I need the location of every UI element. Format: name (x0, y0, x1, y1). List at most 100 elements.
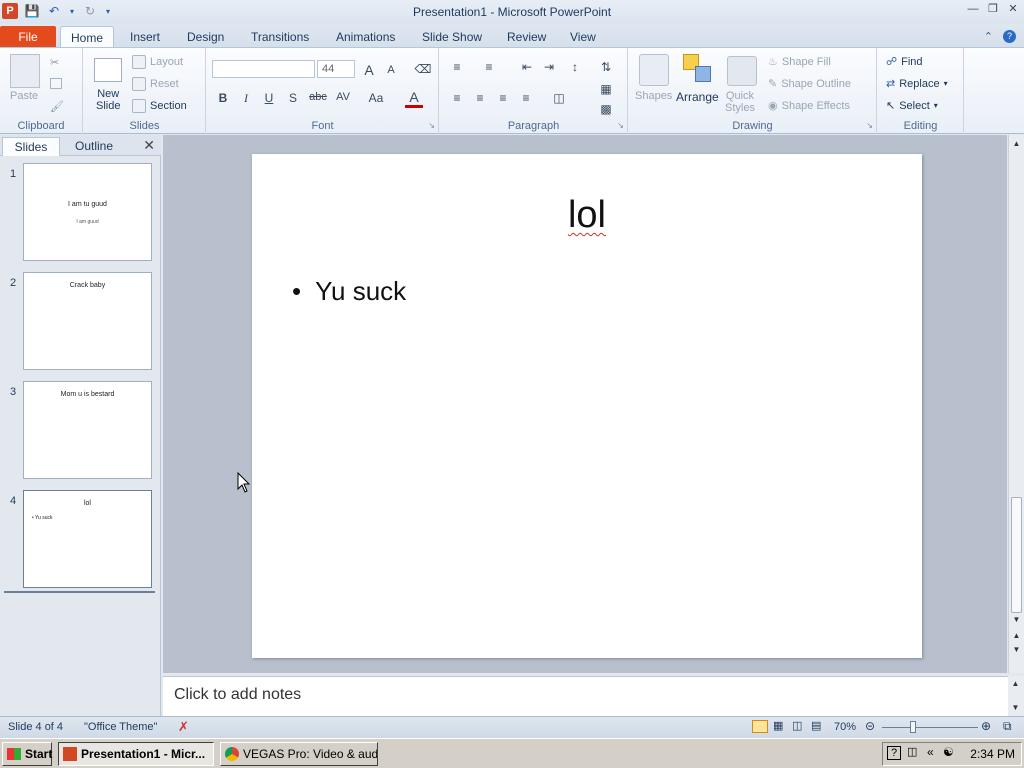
scroll-up-icon[interactable]: ▲ (1009, 137, 1024, 151)
help-tray-icon[interactable]: ? (887, 746, 901, 760)
tab-slides[interactable]: Slides (2, 137, 60, 156)
replace-button[interactable]: ⇄ Replace ▾ (886, 77, 948, 91)
smartart-icon[interactable]: ▩ (597, 102, 615, 116)
scroll-down-icon[interactable]: ▼ (1009, 613, 1024, 627)
grow-font-icon[interactable]: A (360, 62, 378, 78)
font-family-select[interactable] (212, 60, 315, 78)
new-slide-button[interactable]: New Slide (96, 88, 120, 112)
underline-icon[interactable]: U (260, 91, 278, 105)
arrange-icon[interactable] (683, 54, 713, 86)
tab-file[interactable]: File (0, 26, 56, 48)
section-button[interactable]: Section (132, 99, 187, 113)
text-direction-icon[interactable]: ⇅ (597, 60, 615, 74)
quick-styles-button[interactable]: Quick Styles (725, 90, 755, 114)
zoom-in-icon[interactable]: ⊕ (981, 719, 991, 733)
quick-styles-icon[interactable] (727, 56, 757, 86)
tab-review[interactable]: Review (497, 26, 556, 48)
shapes-button[interactable]: Shapes (635, 90, 672, 102)
character-spacing-icon[interactable]: AV (333, 91, 353, 103)
shrink-font-icon[interactable]: A (382, 64, 400, 76)
justify-icon[interactable]: ≡ (517, 91, 535, 105)
layout-button[interactable]: Layout (132, 55, 183, 69)
font-dialog-launcher-icon[interactable]: ↘ (428, 121, 435, 130)
tab-design[interactable]: Design (177, 26, 234, 48)
current-slide[interactable]: lol • Yu suck (252, 154, 922, 658)
notes-scroll-up-icon[interactable]: ▲ (1008, 677, 1023, 691)
paste-icon[interactable] (10, 54, 40, 88)
font-size-select[interactable]: 44 (317, 60, 355, 78)
next-slide-icon[interactable]: ▼ (1009, 643, 1024, 657)
clear-formatting-icon[interactable]: ⌫ (414, 62, 432, 76)
tab-insert[interactable]: Insert (120, 26, 170, 48)
scroll-thumb[interactable] (1011, 497, 1022, 613)
tab-view[interactable]: View (560, 26, 606, 48)
drawing-dialog-launcher-icon[interactable]: ↘ (866, 121, 873, 130)
paragraph-dialog-launcher-icon[interactable]: ↘ (617, 121, 624, 130)
notes-placeholder[interactable]: Click to add notes (174, 686, 301, 704)
increase-indent-icon[interactable]: ⇥ (540, 60, 558, 74)
display-tray-icon[interactable]: ◫ (907, 745, 917, 758)
minimize-icon[interactable]: — (966, 2, 980, 16)
copy-icon[interactable] (50, 78, 62, 89)
previous-slide-icon[interactable]: ▲ (1009, 629, 1024, 643)
italic-icon[interactable]: I (237, 91, 255, 106)
align-text-icon[interactable]: ▦ (597, 82, 615, 96)
spelling-check-icon[interactable]: ✗ (178, 719, 189, 735)
line-spacing-icon[interactable]: ↕ (566, 60, 584, 74)
format-painter-icon[interactable]: 🖌 (50, 100, 64, 113)
align-left-icon[interactable]: ≡ (448, 91, 466, 105)
slide-title[interactable]: lol (252, 194, 922, 237)
expand-tray-icon[interactable]: « (927, 745, 934, 759)
network-tray-icon[interactable]: ☯ (943, 745, 954, 759)
strikethrough-icon[interactable]: abc (307, 91, 329, 103)
taskbar-item-powerpoint[interactable]: Presentation1 - Micr... (58, 742, 214, 766)
tab-transitions[interactable]: Transitions (241, 26, 319, 48)
tab-outline[interactable]: Outline (64, 137, 124, 156)
tab-home[interactable]: Home (60, 26, 115, 48)
new-slide-icon[interactable] (94, 58, 122, 82)
shape-outline-button[interactable]: ✎ Shape Outline (768, 77, 851, 91)
normal-view-icon[interactable] (752, 720, 768, 733)
taskbar-item-chrome[interactable]: VEGAS Pro: Video & audi... (220, 742, 378, 766)
slide-show-icon[interactable]: ▤ (811, 719, 821, 732)
shadow-icon[interactable]: S (284, 91, 302, 105)
select-button[interactable]: ↖ Select ▾ (886, 99, 938, 113)
numbering-icon[interactable]: ≡ (480, 60, 498, 74)
paste-button[interactable]: Paste (10, 90, 38, 102)
slide-thumbnail-4[interactable]: lol • Yu suck (23, 490, 152, 588)
arrange-button[interactable]: Arrange (676, 90, 719, 104)
shapes-icon[interactable] (639, 54, 669, 86)
notes-scroll-down-icon[interactable]: ▼ (1008, 701, 1023, 715)
zoom-slider[interactable] (882, 727, 978, 728)
tab-animations[interactable]: Animations (326, 26, 405, 48)
columns-icon[interactable]: ◫ (550, 91, 568, 105)
minimize-ribbon-icon[interactable]: ⌃ (984, 30, 993, 43)
change-case-icon[interactable]: Aa (365, 91, 387, 105)
bold-icon[interactable]: B (214, 91, 232, 105)
align-center-icon[interactable]: ≡ (471, 91, 489, 105)
shape-effects-button[interactable]: ◉ Shape Effects (768, 99, 850, 113)
restore-icon[interactable]: ❐ (986, 2, 1000, 16)
decrease-indent-icon[interactable]: ⇤ (518, 60, 536, 74)
close-panel-icon[interactable]: ✕ (143, 137, 155, 154)
align-right-icon[interactable]: ≡ (494, 91, 512, 105)
notes-scrollbar[interactable]: ▲ ▼ (1008, 676, 1024, 716)
start-button[interactable]: Start (2, 742, 52, 766)
zoom-out-icon[interactable]: ⊝ (865, 719, 875, 733)
close-icon[interactable]: ✕ (1006, 2, 1020, 16)
vertical-scrollbar[interactable]: ▲ ▼ ▲ ▼ (1008, 135, 1024, 673)
cut-icon[interactable]: ✂ (50, 56, 59, 69)
fit-to-window-icon[interactable]: ⧉ (1003, 719, 1012, 734)
bullets-icon[interactable]: ≡ (448, 60, 466, 74)
clock[interactable]: 2:34 PM (970, 747, 1015, 761)
find-button[interactable]: ☍ Find (886, 55, 923, 69)
font-color-icon[interactable]: A (405, 89, 423, 108)
reset-button[interactable]: Reset (132, 77, 179, 91)
slide-thumbnail-1[interactable]: I am tu guud I am guud (23, 163, 152, 261)
tab-slide-show[interactable]: Slide Show (412, 26, 492, 48)
reading-view-icon[interactable]: ◫ (792, 719, 802, 732)
notes-pane[interactable]: Click to add notes (163, 676, 1008, 716)
shape-fill-button[interactable]: ♨ Shape Fill (768, 55, 831, 69)
slide-sorter-icon[interactable]: ▦ (773, 719, 783, 732)
slide-content[interactable]: • Yu suck (292, 276, 406, 307)
